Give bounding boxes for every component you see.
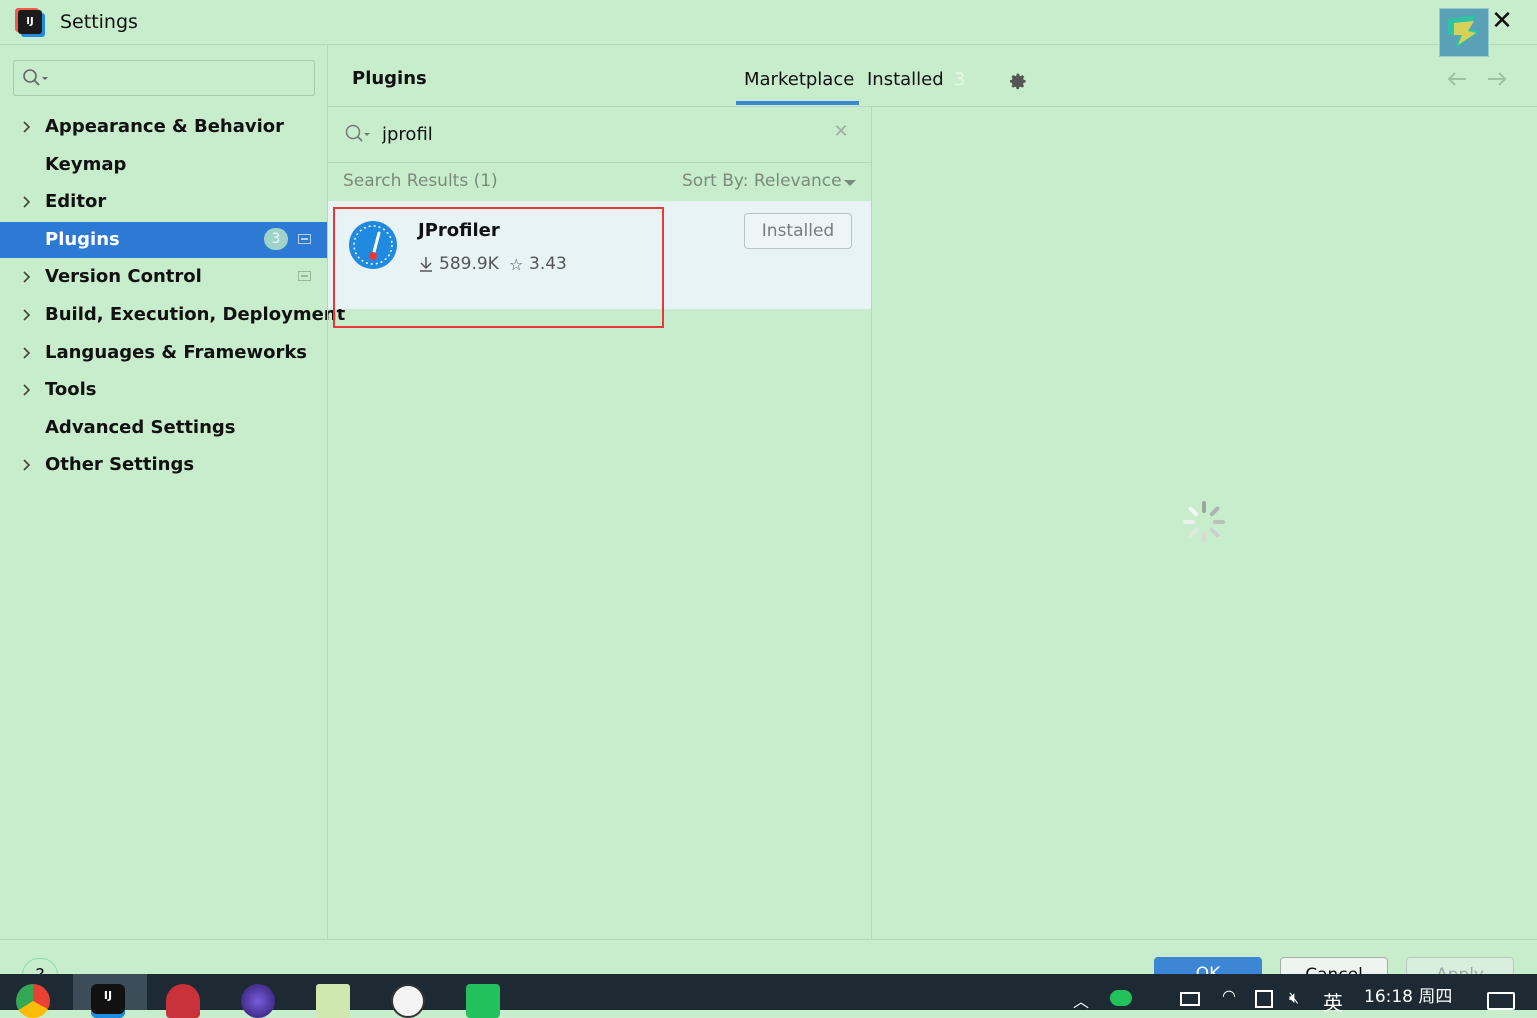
sidebar-item-languages-frameworks[interactable]: Languages & Frameworks [0,335,327,371]
gear-icon[interactable] [1006,70,1028,92]
notification-icon[interactable] [1487,992,1515,1010]
sidebar-item-plugins[interactable]: Plugins 3 [0,222,327,258]
sort-by-dropdown[interactable]: Sort By: Relevance [682,171,842,191]
sidebar-item-label: Plugins [45,229,120,250]
footer-divider [0,939,1537,940]
sidebar-item-appearance-behavior[interactable]: Appearance & Behavior [0,109,327,145]
notepad-icon[interactable] [316,984,350,1018]
k-app-icon[interactable] [241,984,275,1018]
snail-app-icon[interactable] [166,984,200,1018]
sidebar-item-tools[interactable]: Tools [0,372,327,408]
sidebar-item-build-execution-deployment[interactable]: Build, Execution, Deployment [0,297,345,333]
overlay-app-icon [1439,8,1489,57]
clock-time[interactable]: 16:18 周四 [1364,982,1452,1007]
back-arrow-icon[interactable] [1445,67,1469,91]
title-bar [0,0,1537,45]
installed-count-badge: 3 [954,69,966,90]
settings-search-input[interactable] [13,60,315,96]
page-title: Plugins [352,68,427,89]
project-scope-icon [298,234,311,244]
os-taskbar: IJ ︿ ◠ 🔇︎ 英 16:18 周四 [0,974,1537,1018]
wechat-icon[interactable] [1110,990,1132,1006]
battery-icon[interactable] [1180,992,1200,1006]
highlight-annotation-box [333,207,664,328]
loading-spinner-icon [1183,501,1225,543]
sidebar-divider [327,44,328,939]
plugin-search-input[interactable] [382,120,822,148]
chevron-right-icon[interactable] [22,382,32,398]
chevron-right-icon[interactable] [22,457,32,473]
chevron-right-icon[interactable] [22,269,32,285]
chevron-down-icon [844,180,856,186]
panda-app-icon[interactable] [391,984,425,1018]
list-detail-divider [871,107,872,939]
chevron-right-icon[interactable] [22,345,32,361]
search-icon [345,124,370,142]
installed-button[interactable]: Installed [744,213,852,249]
sidebar-item-label: Keymap [45,154,127,175]
sidebar-item-label: Tools [45,379,97,400]
active-tab-indicator [736,101,859,105]
sidebar-item-label: Advanced Settings [45,417,236,438]
sidebar-item-keymap[interactable]: Keymap [0,147,327,183]
volume-muted-icon[interactable]: 🔇︎ [1289,988,1299,1008]
close-window-button[interactable]: ✕ [1489,8,1515,36]
chevron-right-icon[interactable] [22,307,32,323]
sidebar-item-version-control[interactable]: Version Control [0,259,327,295]
wifi-icon[interactable]: ◠ [1222,986,1236,1005]
sidebar-item-label: Other Settings [45,454,195,475]
ime-indicator[interactable]: 英 [1323,987,1343,1016]
chrome-icon[interactable] [16,984,50,1018]
clear-search-icon[interactable]: ✕ [832,123,850,141]
sidebar-item-label: Version Control [45,266,202,287]
project-scope-icon [298,271,311,281]
plugin-update-badge: 3 [264,228,288,250]
sidebar-item-other-settings[interactable]: Other Settings [0,447,327,483]
sidebar-item-label: Build, Execution, Deployment [45,304,346,325]
sidebar-item-label: Languages & Frameworks [45,342,308,363]
tray-chevron-up-icon[interactable]: ︿ [1073,988,1089,1012]
chevron-right-icon[interactable] [22,119,32,135]
green-app-icon[interactable] [466,984,500,1018]
sidebar-item-advanced-settings[interactable]: Advanced Settings [0,410,327,446]
tab-marketplace[interactable]: Marketplace [744,69,854,90]
app-tray-icon[interactable] [1255,990,1273,1008]
intellij-logo-icon: IJ [18,10,42,34]
sidebar-item-label: Appearance & Behavior [45,116,285,137]
chevron-right-icon[interactable] [22,194,32,210]
forward-arrow-icon[interactable] [1485,67,1509,91]
intellij-icon[interactable]: IJ [91,984,125,1018]
tab-installed[interactable]: Installed [867,69,944,90]
results-count-label: Search Results (1) [343,171,498,191]
window-title: Settings [60,11,138,33]
plugin-search-box: ✕ [328,107,871,163]
search-icon [23,69,48,86]
sidebar-item-label: Editor [45,191,107,212]
sidebar-item-editor[interactable]: Editor [0,184,327,220]
